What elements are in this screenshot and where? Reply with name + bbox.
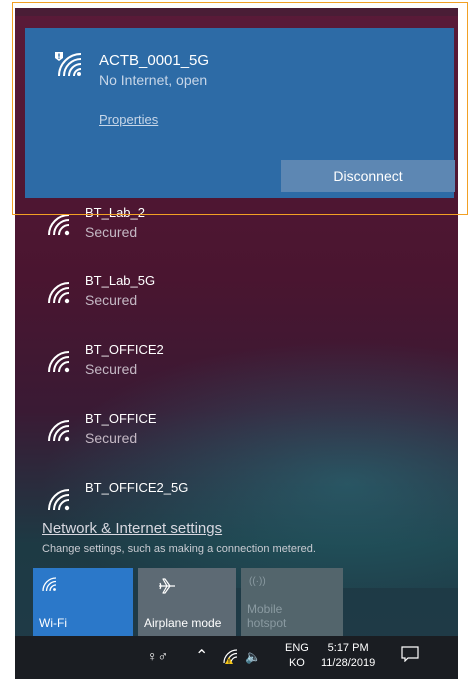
wifi-toggle-tile[interactable]: Wi-Fi bbox=[33, 568, 133, 636]
mobile-hotspot-tile[interactable]: ((·)) Mobile hotspot bbox=[241, 568, 343, 636]
language-indicator[interactable]: ENG KO bbox=[285, 641, 309, 671]
network-status: Secured bbox=[85, 361, 138, 377]
active-network-ssid: ACTB_0001_5G bbox=[99, 52, 210, 69]
network-settings-link[interactable]: Network & Internet settings bbox=[42, 520, 222, 537]
flyout-top-strip bbox=[15, 8, 458, 16]
network-item[interactable]: BT_OFFICE Secured bbox=[45, 411, 425, 461]
wifi-icon bbox=[45, 211, 71, 242]
hotspot-tile-label: Mobile hotspot bbox=[247, 602, 287, 630]
airplane-icon bbox=[158, 578, 176, 597]
clock-time: 5:17 PM bbox=[327, 642, 369, 654]
wifi-icon bbox=[41, 576, 57, 595]
wifi-icon bbox=[45, 486, 71, 517]
wifi-tile-label: Wi-Fi bbox=[39, 616, 67, 630]
network-flyout: ACTB_0001_5G No Internet, open Propertie… bbox=[15, 8, 458, 679]
notification-icon[interactable] bbox=[401, 646, 419, 667]
network-ssid: BT_OFFICE2_5G bbox=[85, 480, 189, 495]
volume-icon[interactable]: 🔈 bbox=[245, 649, 261, 665]
network-item[interactable]: BT_Lab_2 Secured bbox=[45, 205, 425, 255]
clock-date: 11/28/2019 bbox=[321, 657, 376, 669]
hotspot-icon: ((·)) bbox=[249, 576, 266, 587]
network-ssid: BT_Lab_2 bbox=[85, 205, 145, 220]
network-ssid: BT_Lab_5G bbox=[85, 273, 156, 288]
properties-link[interactable]: Properties bbox=[99, 112, 158, 127]
wifi-icon bbox=[45, 417, 71, 448]
wifi-icon bbox=[45, 348, 71, 379]
language-secondary: KO bbox=[288, 657, 305, 669]
wifi-warning-icon[interactable] bbox=[222, 648, 238, 669]
network-item[interactable]: BT_Lab_5G Secured bbox=[45, 273, 425, 323]
wifi-warning-icon bbox=[55, 50, 83, 83]
network-item[interactable]: BT_OFFICE2 Secured bbox=[45, 342, 425, 392]
network-status: Secured bbox=[85, 224, 138, 240]
active-network-item[interactable]: ACTB_0001_5G No Internet, open Propertie… bbox=[25, 28, 455, 198]
wifi-icon bbox=[45, 279, 71, 310]
active-network-status: No Internet, open bbox=[99, 72, 208, 88]
disconnect-button[interactable]: Disconnect bbox=[281, 160, 455, 192]
airplane-tile-label: Airplane mode bbox=[144, 616, 222, 630]
taskbar: ♀♂ ⌃ 🔈 ENG KO 5:17 PM 11/28/2019 bbox=[15, 636, 458, 679]
network-ssid: BT_OFFICE bbox=[85, 411, 157, 426]
language-primary: ENG bbox=[285, 642, 309, 654]
airplane-mode-tile[interactable]: Airplane mode bbox=[138, 568, 236, 636]
network-settings-description: Change settings, such as making a connec… bbox=[42, 543, 316, 555]
network-status: Secured bbox=[85, 430, 138, 446]
chevron-up-icon[interactable]: ⌃ bbox=[195, 646, 208, 666]
clock[interactable]: 5:17 PM 11/28/2019 bbox=[321, 641, 375, 671]
people-icon[interactable]: ♀♂ bbox=[147, 648, 168, 664]
network-status: Secured bbox=[85, 292, 138, 308]
network-ssid: BT_OFFICE2 bbox=[85, 342, 164, 357]
